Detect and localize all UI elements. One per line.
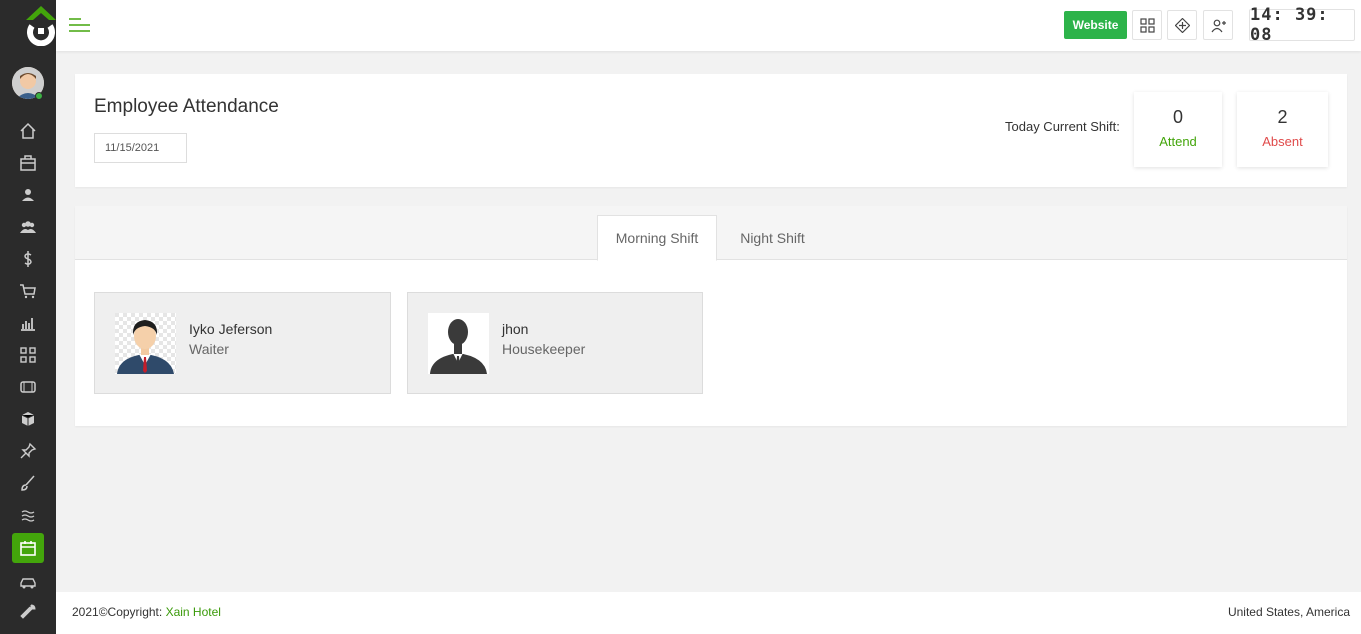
employee-role: Waiter xyxy=(189,341,229,357)
cube-icon[interactable] xyxy=(12,405,44,433)
clock-display: 14: 39: 08 xyxy=(1249,5,1355,45)
employee-name: jhon xyxy=(502,321,529,337)
shift-tabs: Morning Shift Night Shift xyxy=(75,206,1347,261)
sidebar xyxy=(0,0,56,634)
absent-count: 2 xyxy=(1277,107,1288,127)
cart-icon[interactable] xyxy=(12,277,44,305)
attend-label: Attend xyxy=(1159,134,1197,149)
user-icon[interactable] xyxy=(12,181,44,209)
online-status-dot xyxy=(35,92,43,100)
shift-card: Morning Shift Night Shift Iyko Jeferson … xyxy=(75,206,1347,426)
chart-icon[interactable] xyxy=(12,309,44,337)
date-field[interactable]: 11/15/2021 xyxy=(94,133,187,163)
tab-morning-shift[interactable]: Morning Shift xyxy=(597,215,717,261)
page-title: Employee Attendance xyxy=(94,96,279,117)
users-icon[interactable] xyxy=(12,213,44,241)
apps-icon[interactable] xyxy=(12,341,44,369)
card-icon[interactable] xyxy=(12,373,44,401)
employee-card[interactable]: jhon Housekeeper xyxy=(407,292,703,394)
absent-stat: 2 Absent xyxy=(1237,92,1328,167)
home-icon[interactable] xyxy=(12,117,44,145)
tab-night-shift[interactable]: Night Shift xyxy=(720,215,825,260)
luggage-icon[interactable] xyxy=(12,149,44,177)
employee-photo xyxy=(428,313,489,374)
region-text: United States, America xyxy=(1227,605,1350,619)
app-logo[interactable] xyxy=(24,6,58,47)
car-icon[interactable] xyxy=(12,569,44,597)
employee-card[interactable]: Iyko Jeferson Waiter xyxy=(94,292,391,394)
top-header: Website 14: 39: 08 xyxy=(56,0,1361,51)
employee-photo xyxy=(115,313,176,374)
employee-role: Housekeeper xyxy=(502,341,586,357)
attendance-summary-card: Employee Attendance 11/15/2021 Today Cur… xyxy=(75,74,1347,187)
pin-icon[interactable] xyxy=(12,437,44,465)
wrench-icon[interactable] xyxy=(12,598,44,626)
menu-toggle-icon[interactable] xyxy=(68,17,92,33)
copyright-text: 2021©Copyright: Xain Hotel xyxy=(72,605,221,619)
absent-label: Absent xyxy=(1262,134,1303,149)
attend-stat: 0 Attend xyxy=(1134,92,1222,167)
footer: 2021©Copyright: Xain Hotel United States… xyxy=(56,592,1361,634)
add-user-icon[interactable] xyxy=(1203,10,1233,40)
attend-count: 0 xyxy=(1172,107,1183,127)
brand-link[interactable]: Xain Hotel xyxy=(166,605,221,619)
grid-icon[interactable] xyxy=(1132,10,1162,40)
brush-icon[interactable] xyxy=(12,469,44,497)
move-icon[interactable] xyxy=(1167,10,1197,40)
current-shift-label: Today Current Shift: xyxy=(1005,119,1120,134)
calendar-icon[interactable] xyxy=(12,533,44,563)
employee-name: Iyko Jeferson xyxy=(189,321,273,337)
dollar-icon[interactable] xyxy=(12,245,44,273)
wave-icon[interactable] xyxy=(12,501,44,529)
website-button[interactable]: Website xyxy=(1064,11,1127,39)
copyright-prefix: 2021©Copyright: xyxy=(72,605,166,619)
